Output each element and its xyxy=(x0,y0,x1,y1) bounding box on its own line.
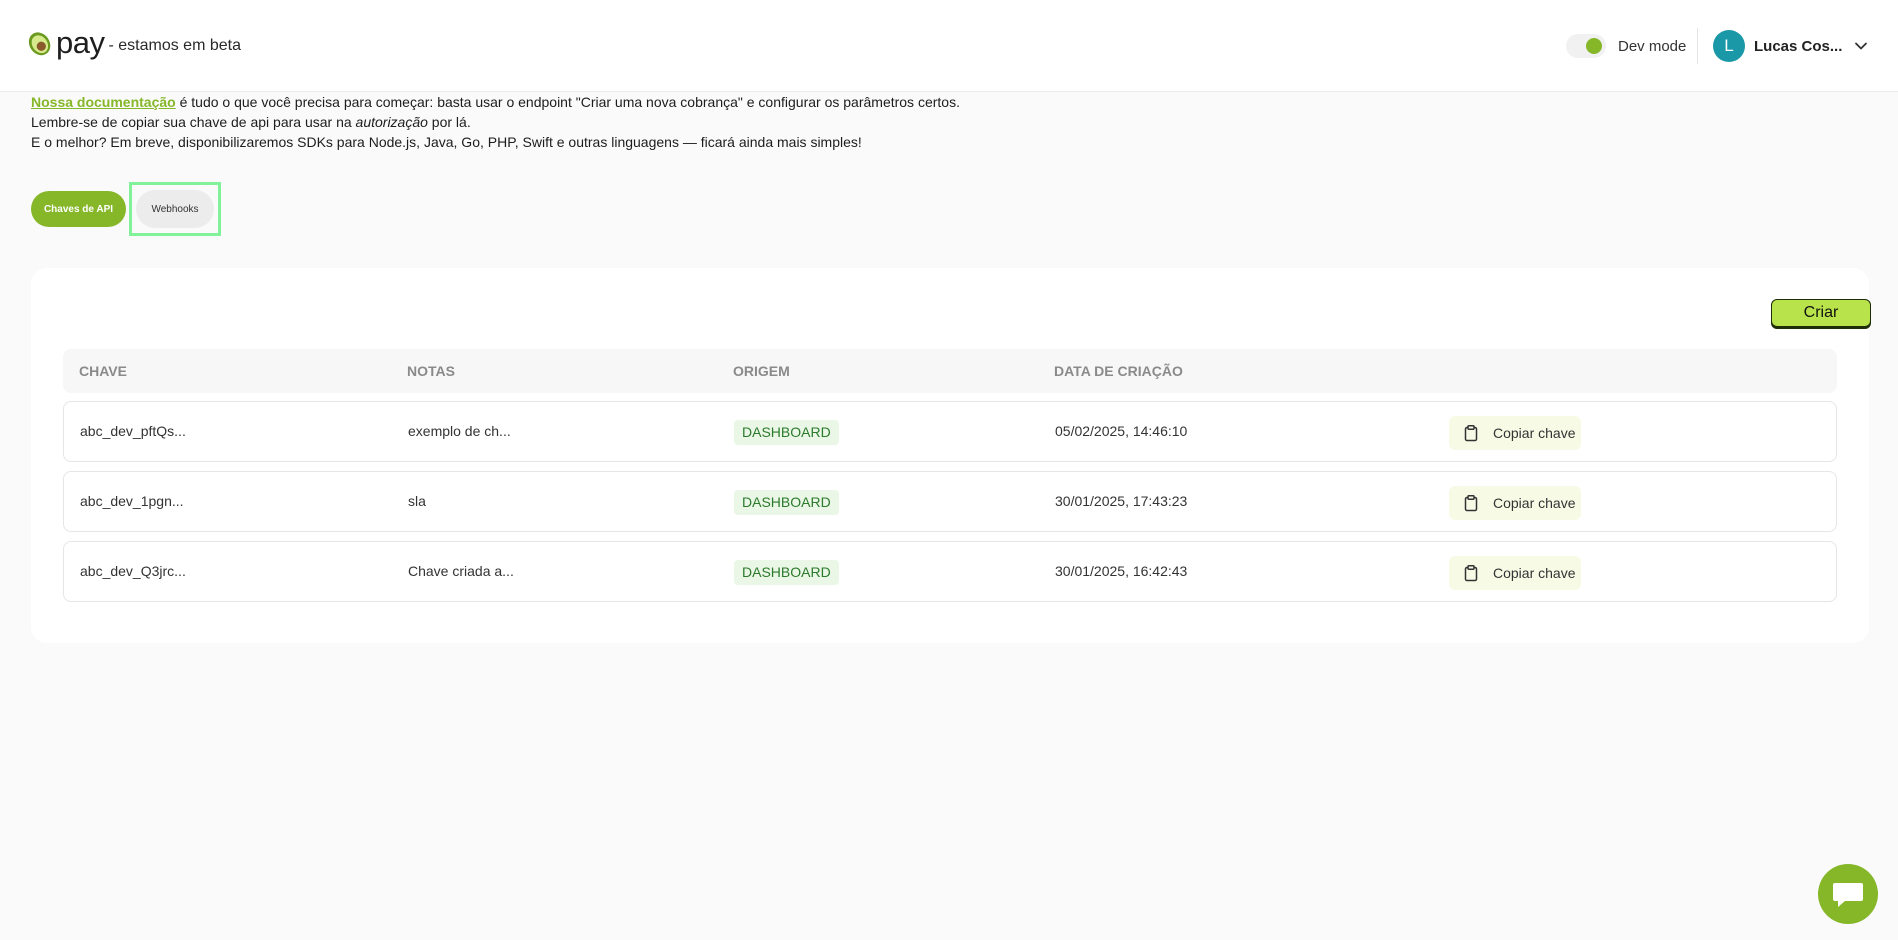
key-cell: abc_dev_1pgn... xyxy=(80,493,184,509)
toggle-knob xyxy=(1586,38,1602,54)
dev-mode-label: Dev mode xyxy=(1618,37,1687,55)
intro-line-1: Nossa documentação é tudo o que você pre… xyxy=(31,92,960,112)
column-header-created: DATA DE CRIAÇÃO xyxy=(1054,363,1183,379)
column-header-key: CHAVE xyxy=(79,363,127,379)
tab-api-keys[interactable]: Chaves de API xyxy=(31,191,126,227)
header-divider xyxy=(1697,28,1698,64)
documentation-link[interactable]: Nossa documentação xyxy=(31,94,176,110)
notes-cell: Chave criada a... xyxy=(408,563,514,579)
chat-bubble-icon xyxy=(1833,883,1863,907)
column-header-notes: NOTAS xyxy=(407,363,455,379)
created-cell: 05/02/2025, 14:46:10 xyxy=(1055,423,1188,439)
tabs: Chaves de API Webhooks xyxy=(31,182,221,236)
notes-cell: sla xyxy=(408,493,426,509)
top-bar: pay - estamos em beta Dev mode L Lucas C… xyxy=(0,0,1898,92)
copy-key-label: Copiar chave xyxy=(1493,425,1576,441)
intro-text: Nossa documentação é tudo o que você pre… xyxy=(31,92,960,152)
table-row: abc_dev_Q3jrc... Chave criada a... DASHB… xyxy=(63,541,1837,602)
copy-key-button[interactable]: Copiar chave xyxy=(1449,556,1581,590)
intro-line-2-pre: Lembre-se de copiar sua chave de api par… xyxy=(31,114,356,130)
copy-key-label: Copiar chave xyxy=(1493,495,1576,511)
origin-badge: DASHBOARD xyxy=(734,420,839,445)
chat-button[interactable] xyxy=(1818,864,1878,924)
key-cell: abc_dev_Q3jrc... xyxy=(80,563,186,579)
origin-badge: DASHBOARD xyxy=(734,560,839,585)
user-menu[interactable]: L Lucas Cos... xyxy=(1713,30,1868,62)
intro-line-2-post: por lá. xyxy=(427,114,471,130)
avocado-icon xyxy=(28,32,51,56)
table-row: abc_dev_1pgn... sla DASHBOARD 30/01/2025… xyxy=(63,471,1837,532)
table-row: abc_dev_pftQs... exemplo de ch... DASHBO… xyxy=(63,401,1837,462)
clipboard-icon xyxy=(1464,494,1478,511)
copy-key-label: Copiar chave xyxy=(1493,565,1576,581)
origin-badge: DASHBOARD xyxy=(734,490,839,515)
intro-line-3: E o melhor? Em breve, disponibilizaremos… xyxy=(31,134,862,150)
created-cell: 30/01/2025, 17:43:23 xyxy=(1055,493,1188,509)
logo[interactable]: pay - estamos em beta xyxy=(24,25,241,60)
create-key-button[interactable]: Criar xyxy=(1771,299,1871,327)
intro-line-2: Lembre-se de copiar sua chave de api par… xyxy=(31,112,960,132)
tab-webhooks[interactable]: Webhooks xyxy=(136,190,214,228)
beta-tagline: - estamos em beta xyxy=(108,37,241,54)
authorization-emphasis: autorização xyxy=(355,114,428,130)
intro-line-1-text: é tudo o que você precisa para começar: … xyxy=(175,94,960,110)
logo-text: pay xyxy=(56,25,105,60)
avatar: L xyxy=(1713,30,1745,62)
created-cell: 30/01/2025, 16:42:43 xyxy=(1055,563,1188,579)
dev-mode-toggle-group[interactable]: Dev mode xyxy=(1566,34,1686,58)
key-cell: abc_dev_pftQs... xyxy=(80,423,186,439)
chevron-down-icon[interactable] xyxy=(1854,39,1868,53)
dev-mode-toggle[interactable] xyxy=(1566,34,1606,58)
tab-focus-ring: Webhooks xyxy=(129,182,221,236)
user-name: Lucas Cos... xyxy=(1754,37,1843,55)
api-keys-card: Criar CHAVE NOTAS ORIGEM DATA DE CRIAÇÃO… xyxy=(31,268,1871,643)
table-header: CHAVE NOTAS ORIGEM DATA DE CRIAÇÃO xyxy=(63,349,1837,393)
copy-key-button[interactable]: Copiar chave xyxy=(1449,416,1581,450)
notes-cell: exemplo de ch... xyxy=(408,423,511,439)
column-header-origin: ORIGEM xyxy=(733,363,790,379)
clipboard-icon xyxy=(1464,424,1478,441)
copy-key-button[interactable]: Copiar chave xyxy=(1449,486,1581,520)
clipboard-icon xyxy=(1464,564,1478,581)
